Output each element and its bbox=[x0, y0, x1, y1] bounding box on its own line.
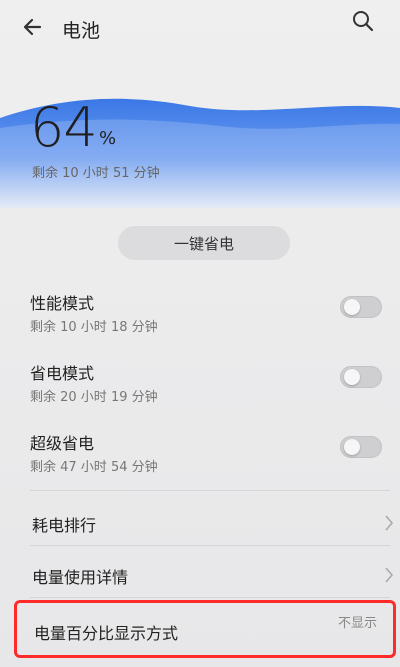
search-icon[interactable] bbox=[350, 8, 376, 34]
nav-item-label: 耗电排行 bbox=[32, 516, 97, 535]
ultra-saving-mode-toggle[interactable] bbox=[340, 436, 382, 458]
mode-remaining: 剩余 20 小时 19 分钟 bbox=[30, 390, 158, 405]
mode-row-ultra-saving[interactable]: 超级省电 剩余 47 小时 54 分钟 bbox=[0, 430, 400, 498]
toggle-knob bbox=[344, 299, 360, 315]
top-bar: 电池 bbox=[0, 0, 400, 60]
mode-remaining: 剩余 47 小时 54 分钟 bbox=[30, 460, 158, 475]
row-divider bbox=[30, 545, 390, 546]
mode-remaining: 剩余 10 小时 18 分钟 bbox=[30, 320, 158, 335]
mode-row-performance[interactable]: 性能模式 剩余 10 小时 18 分钟 bbox=[0, 290, 400, 358]
chevron-right-icon bbox=[385, 515, 394, 531]
toggle-knob bbox=[344, 369, 360, 385]
battery-percent: 64 bbox=[30, 96, 98, 159]
nav-item-label: 电量使用详情 bbox=[32, 568, 129, 587]
battery-level-card: 64 % 剩余 10 小时 51 分钟 bbox=[0, 78, 400, 208]
section-divider bbox=[30, 490, 390, 491]
page-title: 电池 bbox=[62, 20, 101, 42]
mode-row-power-saving[interactable]: 省电模式 剩余 20 小时 19 分钟 bbox=[0, 360, 400, 428]
nav-item-usage-details[interactable]: 电量使用详情 bbox=[0, 552, 400, 598]
battery-remaining-time: 剩余 10 小时 51 分钟 bbox=[32, 166, 160, 181]
percent-display-mode-value[interactable]: 不显示 bbox=[338, 612, 377, 631]
nav-item-power-ranking[interactable]: 耗电排行 bbox=[0, 500, 400, 546]
mode-label: 省电模式 bbox=[30, 364, 95, 383]
performance-mode-toggle[interactable] bbox=[340, 296, 382, 318]
toggle-knob bbox=[344, 439, 360, 455]
battery-settings-screen: 电池 64 % 剩余 10 小时 51 分钟 一键省电 性能模式 剩余 10 小… bbox=[0, 0, 400, 667]
mode-label: 性能模式 bbox=[30, 294, 95, 313]
percent-sign: % bbox=[99, 128, 117, 149]
back-arrow-icon[interactable] bbox=[18, 12, 48, 42]
one-click-save-button[interactable]: 一键省电 bbox=[118, 226, 290, 260]
power-saving-mode-toggle[interactable] bbox=[340, 366, 382, 388]
mode-label: 超级省电 bbox=[30, 434, 95, 453]
percent-display-mode-label[interactable]: 电量百分比显示方式 bbox=[34, 620, 178, 644]
row-divider bbox=[30, 597, 390, 598]
chevron-right-icon bbox=[385, 567, 394, 583]
